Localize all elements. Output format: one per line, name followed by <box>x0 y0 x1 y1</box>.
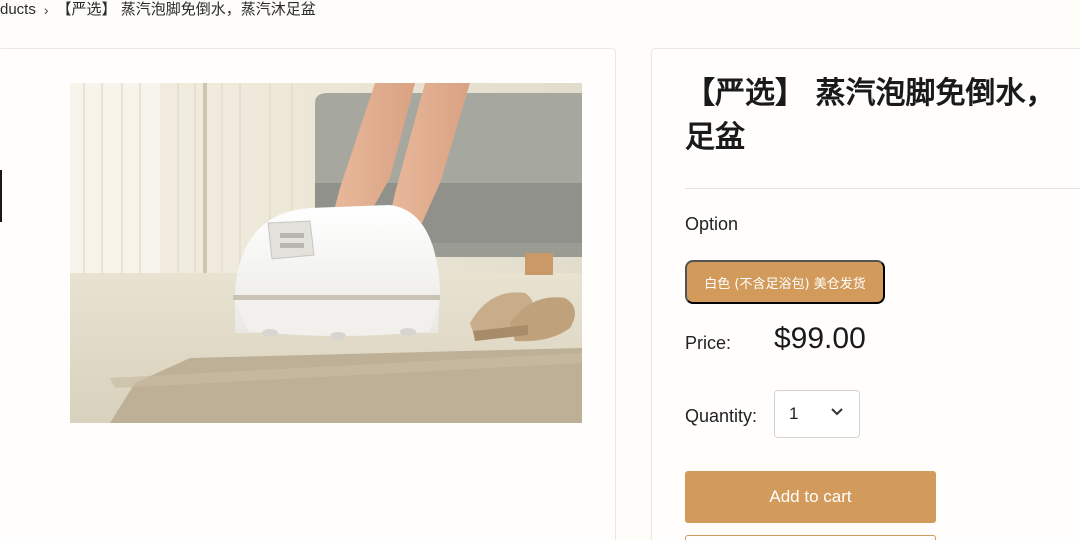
breadcrumb: ducts › 【严选】 蒸汽泡脚免倒水，蒸汽沐足盆 <box>0 0 316 20</box>
quantity-value: 1 <box>789 404 799 423</box>
product-title: 【严选】 蒸汽泡脚免倒水， 足盆 <box>685 72 1080 160</box>
price-label: Price: <box>685 333 732 353</box>
product-title-line-2: 足盆 <box>685 120 745 155</box>
product-title-line-1: 【严选】 蒸汽泡脚免倒水， <box>685 76 1056 111</box>
add-to-cart-button[interactable]: Add to cart <box>685 471 936 523</box>
chevron-right-icon: › <box>43 2 49 18</box>
breadcrumb-current: 【严选】 蒸汽泡脚免倒水，蒸汽沐足盆 <box>56 1 316 18</box>
divider <box>685 188 1080 189</box>
secondary-button[interactable] <box>685 535 936 540</box>
quantity-label: Quantity: <box>685 406 758 426</box>
gallery-side-tab[interactable] <box>0 170 2 222</box>
breadcrumb-link-products[interactable]: ducts <box>0 1 36 19</box>
price-value: $99.00 <box>774 322 866 355</box>
option-button-selected[interactable]: 白色 (不含足浴包) 美仓发货 <box>685 260 885 304</box>
foot-spa-photo <box>70 83 582 423</box>
option-label: Option <box>685 214 739 234</box>
chevron-down-icon <box>831 408 843 416</box>
product-image[interactable] <box>70 83 582 423</box>
quantity-select[interactable]: 1 <box>774 390 860 438</box>
